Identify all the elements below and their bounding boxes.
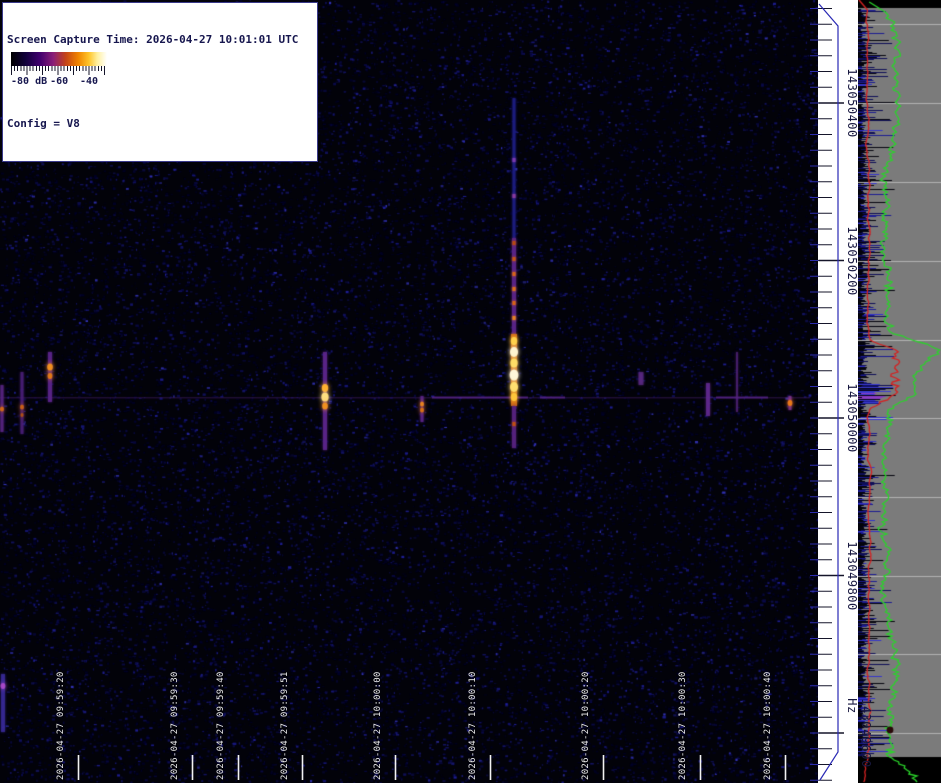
time-axis-label: 2026-04-27 09:59:51	[280, 671, 291, 780]
capture-time-label: Screen Capture Time: 2026-04-27 10:01:01…	[7, 33, 313, 47]
time-axis-label: 2026-04-27 09:59:30	[170, 671, 181, 780]
time-axis-label: 2026-04-27 09:59:20	[56, 671, 67, 780]
freq-axis-label: 143049600 Hz	[845, 698, 873, 768]
spectrum-plot-panel	[858, 0, 941, 783]
freq-axis-label: 143050200	[845, 226, 859, 296]
freq-axis-label: 143050400	[845, 68, 859, 138]
freq-axis-label: 143050000	[845, 383, 859, 453]
time-axis-label: 2026-04-27 09:59:40	[216, 671, 227, 780]
time-axis-label: 2026-04-27 10:00:30	[678, 671, 689, 780]
scale-label-max: -40	[80, 76, 98, 88]
color-scale-labels: -80 dB -60 -40	[11, 76, 107, 88]
freq-axis-label: 143049800	[845, 541, 859, 611]
scale-label-mid: -60	[50, 76, 68, 88]
time-axis-label: 2026-04-27 10:00:10	[468, 671, 479, 780]
color-scale-gradient	[11, 52, 107, 66]
color-scale-ruler	[11, 66, 107, 75]
scale-label-min: -80 dB	[11, 76, 47, 88]
color-scale-legend: -80 dB -60 -40	[7, 50, 111, 91]
config-label: Config = V8	[7, 117, 313, 131]
time-axis-label: 2026-04-27 10:00:20	[581, 671, 592, 780]
spectrum-lab-capture: Screen Capture Time: 2026-04-27 10:01:01…	[0, 0, 941, 783]
time-axis-label: 2026-04-27 10:00:00	[373, 671, 384, 780]
time-axis-label: 2026-04-27 10:00:40	[763, 671, 774, 780]
